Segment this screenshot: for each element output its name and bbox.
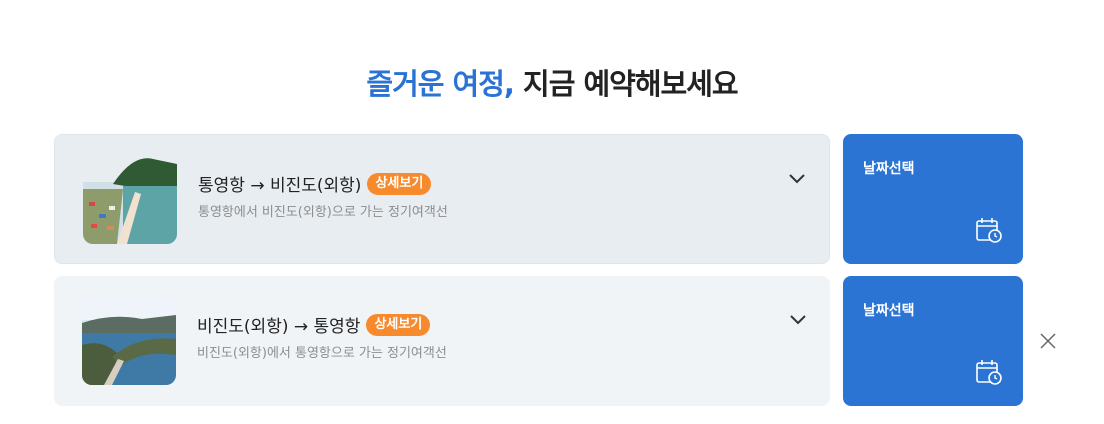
date-select-button[interactable]: 날짜선택 xyxy=(843,276,1023,406)
date-select-label: 날짜선택 xyxy=(863,303,915,319)
route-title-text: 통영항 → 비진도(외항) xyxy=(198,176,362,196)
route-title-text: 비진도(외항) → 통영항 xyxy=(197,317,361,337)
route-description: 비진도(외항)에서 통영항으로 가는 정기여객선 xyxy=(197,346,447,361)
calendar-clock-icon xyxy=(976,218,1002,243)
date-select-label: 날짜선택 xyxy=(863,161,915,177)
page-title: 즐거운 여정, 지금 예약해보세요 xyxy=(0,64,1104,104)
route-card-tongyeong-to-bijindo[interactable]: 통영항 → 비진도(외항) 상세보기 통영항에서 비진도(외항)으로 가는 정기… xyxy=(54,134,830,264)
chevron-down-icon[interactable] xyxy=(787,171,807,185)
date-select-button[interactable]: 날짜선택 xyxy=(843,134,1023,264)
route-thumbnail xyxy=(82,295,176,385)
route-title: 통영항 → 비진도(외항) 상세보기 xyxy=(198,171,432,196)
title-rest: 지금 예약해보세요 xyxy=(523,67,739,101)
detail-badge[interactable]: 상세보기 xyxy=(366,313,431,336)
title-accent: 즐거운 여정, xyxy=(366,67,515,101)
route-title: 비진도(외항) → 통영항 상세보기 xyxy=(197,312,431,337)
route-card-bijindo-to-tongyeong[interactable]: 비진도(외항) → 통영항 상세보기 비진도(외항)에서 통영항으로 가는 정기… xyxy=(54,276,830,406)
close-icon[interactable] xyxy=(1039,332,1057,350)
route-description: 통영항에서 비진도(외항)으로 가는 정기여객선 xyxy=(198,205,448,220)
chevron-down-icon[interactable] xyxy=(788,312,808,326)
calendar-clock-icon xyxy=(976,360,1002,385)
route-thumbnail xyxy=(83,154,177,244)
detail-badge[interactable]: 상세보기 xyxy=(367,172,432,195)
